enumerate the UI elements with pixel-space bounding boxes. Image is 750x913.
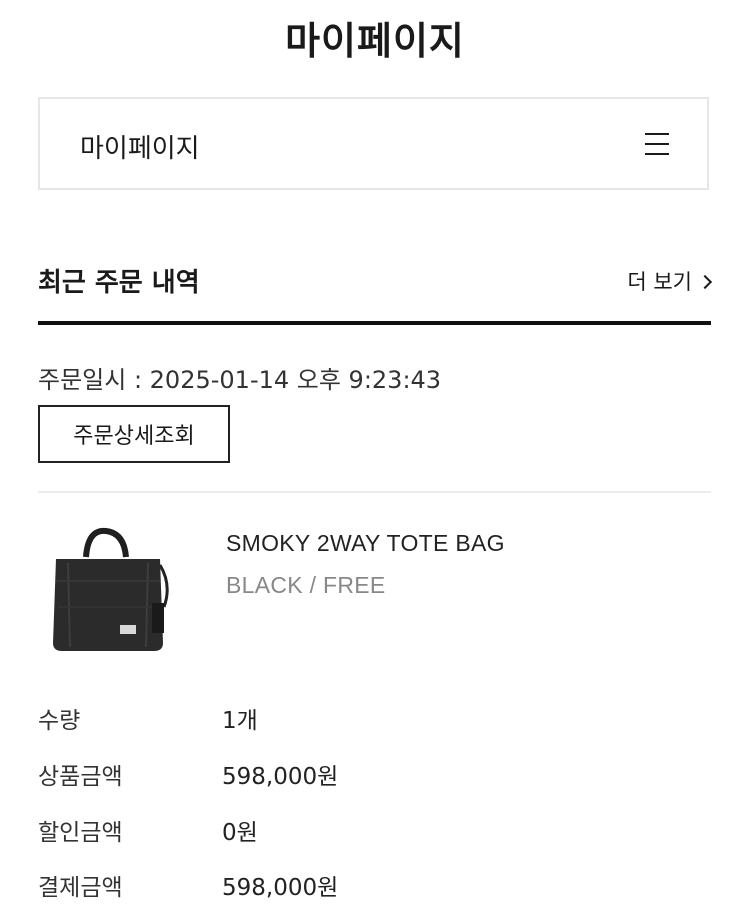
info-label: 수량 bbox=[38, 708, 81, 734]
order-divider bbox=[38, 491, 711, 493]
info-value: 0원 bbox=[222, 820, 258, 846]
page-title: 마이페이지 bbox=[285, 19, 465, 63]
info-label: 할인금액 bbox=[38, 820, 123, 846]
chevron-right-icon bbox=[697, 274, 713, 290]
more-link-label: 더 보기 bbox=[627, 270, 692, 294]
more-link[interactable]: 더 보기 bbox=[627, 266, 713, 296]
info-row-quantity: 수량 1개 bbox=[38, 701, 710, 737]
mypage-nav-bar[interactable]: 마이페이지 bbox=[38, 97, 709, 190]
nav-label: 마이페이지 bbox=[80, 134, 200, 164]
info-row-discount: 할인금액 0원 bbox=[38, 813, 710, 849]
section-divider bbox=[38, 321, 711, 325]
info-value: 598,000원 bbox=[222, 764, 339, 790]
hamburger-menu-icon[interactable] bbox=[645, 133, 669, 155]
info-label: 결제금액 bbox=[38, 875, 123, 901]
product-name[interactable]: SMOKY 2WAY TOTE BAG bbox=[226, 530, 505, 557]
info-row-product-price: 상품금액 598,000원 bbox=[38, 757, 710, 793]
order-detail-button[interactable]: 주문상세조회 bbox=[38, 405, 230, 463]
info-value: 1개 bbox=[222, 708, 258, 734]
order-date: 주문일시 : 2025-01-14 오후 9:23:43 bbox=[38, 366, 442, 394]
info-value: 598,000원 bbox=[222, 875, 339, 901]
product-option: BLACK / FREE bbox=[226, 572, 386, 598]
product-image[interactable] bbox=[48, 525, 173, 655]
recent-orders-header: 최근 주문 내역 더 보기 bbox=[38, 262, 713, 302]
section-title: 최근 주문 내역 bbox=[38, 268, 200, 298]
info-label: 상품금액 bbox=[38, 764, 123, 790]
info-row-payment-total: 결제금액 598,000원 bbox=[38, 868, 710, 904]
